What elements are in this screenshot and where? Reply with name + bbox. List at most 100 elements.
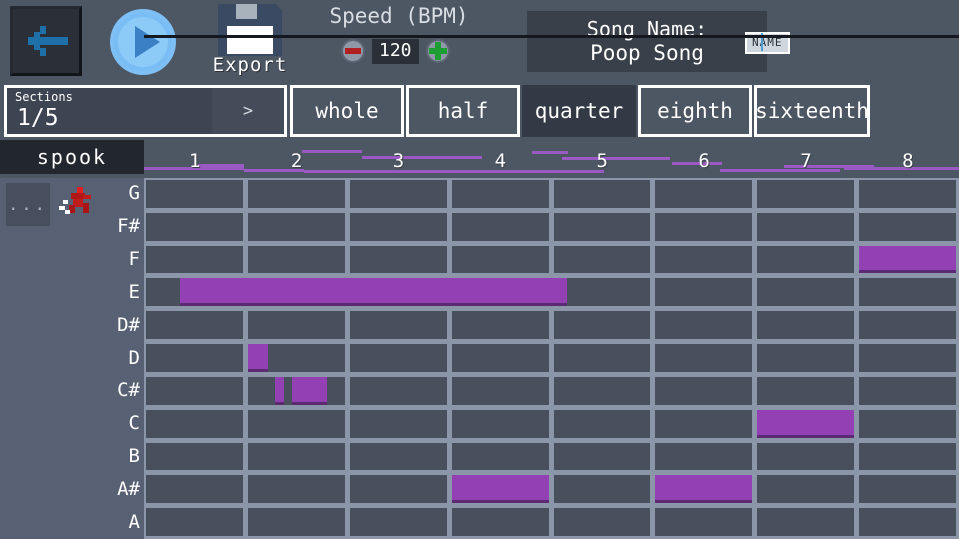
grid-cell[interactable] <box>757 508 854 536</box>
grid-cell[interactable] <box>554 213 651 241</box>
grid-cell[interactable] <box>757 344 854 372</box>
grid-cell[interactable] <box>655 311 752 339</box>
sections-panel[interactable]: Sections 1/5 > <box>4 85 287 137</box>
grid-cell[interactable] <box>452 246 549 274</box>
grid-cell[interactable] <box>452 344 549 372</box>
grid-cell[interactable] <box>757 246 854 274</box>
export-button[interactable]: Export <box>200 2 300 80</box>
grid-cell[interactable] <box>146 377 243 405</box>
grid-cell[interactable] <box>350 180 447 208</box>
grid-cell[interactable] <box>452 180 549 208</box>
grid-cell[interactable] <box>248 246 345 274</box>
grid-cell[interactable] <box>554 180 651 208</box>
note-block[interactable] <box>275 377 283 405</box>
grid-cell[interactable] <box>859 410 956 438</box>
grid-cell[interactable] <box>554 311 651 339</box>
grid-cell[interactable] <box>248 410 345 438</box>
note-block[interactable] <box>757 410 854 438</box>
grid-cell[interactable] <box>350 311 447 339</box>
grid-cell[interactable] <box>655 246 752 274</box>
grid-cell[interactable] <box>757 377 854 405</box>
note-block[interactable] <box>859 246 956 274</box>
grid-cell[interactable] <box>248 475 345 503</box>
grid-cell[interactable] <box>859 475 956 503</box>
grid-cell[interactable] <box>757 475 854 503</box>
grid-cell[interactable] <box>350 344 447 372</box>
grid-cell[interactable] <box>859 443 956 471</box>
grid-cell[interactable] <box>655 377 752 405</box>
duration-button-half[interactable]: half <box>406 85 520 137</box>
grid-cell[interactable] <box>248 213 345 241</box>
grid-cell[interactable] <box>554 410 651 438</box>
grid-cell[interactable] <box>146 344 243 372</box>
grid-cell[interactable] <box>655 180 752 208</box>
grid-cell[interactable] <box>248 180 345 208</box>
grid-cell[interactable] <box>859 508 956 536</box>
duration-button-eighth[interactable]: eighth <box>638 85 752 137</box>
grid-cell[interactable] <box>859 180 956 208</box>
back-button[interactable] <box>10 6 82 76</box>
sections-next-button[interactable]: > <box>212 88 284 134</box>
minus-circle-icon[interactable] <box>340 38 366 64</box>
beat-ruler[interactable]: 12345678 <box>144 140 959 178</box>
grid-cell[interactable] <box>554 246 651 274</box>
note-block[interactable] <box>292 377 328 405</box>
grid-cell[interactable] <box>757 311 854 339</box>
grid-cell[interactable] <box>452 377 549 405</box>
duration-button-sixteenth[interactable]: sixteenth <box>754 85 870 137</box>
grid-cell[interactable] <box>655 410 752 438</box>
grid-cell[interactable] <box>248 311 345 339</box>
grid-cell[interactable] <box>554 443 651 471</box>
grid-cell[interactable] <box>859 311 956 339</box>
grid-cell[interactable] <box>757 278 854 306</box>
grid-cell[interactable] <box>248 443 345 471</box>
grid-cell[interactable] <box>350 377 447 405</box>
note-block[interactable] <box>180 278 567 306</box>
grid-cell[interactable] <box>350 213 447 241</box>
grid-cell[interactable] <box>146 508 243 536</box>
grid-cell[interactable] <box>350 443 447 471</box>
grid-cell[interactable] <box>655 508 752 536</box>
grid-cell[interactable] <box>248 508 345 536</box>
grid-cell[interactable] <box>655 213 752 241</box>
grid-cell[interactable] <box>146 311 243 339</box>
grid-cell[interactable] <box>757 213 854 241</box>
grid-cell[interactable] <box>859 213 956 241</box>
bpm-value[interactable]: 120 <box>372 39 419 64</box>
duration-button-quarter[interactable]: quarter <box>522 85 636 137</box>
note-grid[interactable] <box>144 178 959 539</box>
grid-cell[interactable] <box>146 213 243 241</box>
grid-cell[interactable] <box>350 410 447 438</box>
play-button[interactable] <box>108 7 178 77</box>
grid-cell[interactable] <box>655 443 752 471</box>
grid-cell[interactable] <box>554 278 651 306</box>
grid-cell[interactable] <box>146 246 243 274</box>
grid-cell[interactable] <box>452 410 549 438</box>
grid-cell[interactable] <box>859 344 956 372</box>
grid-cell[interactable] <box>655 344 752 372</box>
grid-cell[interactable] <box>350 246 447 274</box>
grid-cell[interactable] <box>554 377 651 405</box>
grid-cell[interactable] <box>146 180 243 208</box>
duration-button-whole[interactable]: whole <box>290 85 404 137</box>
note-block[interactable] <box>655 475 752 503</box>
grid-cell[interactable] <box>350 508 447 536</box>
more-options-button[interactable]: ... <box>6 183 50 226</box>
grid-cell[interactable] <box>146 410 243 438</box>
grid-cell[interactable] <box>757 180 854 208</box>
grid-cell[interactable] <box>554 475 651 503</box>
instrument-tab-spook[interactable]: spook <box>0 140 144 174</box>
grid-cell[interactable] <box>452 311 549 339</box>
grid-cell[interactable] <box>554 508 651 536</box>
grid-cell[interactable] <box>757 443 854 471</box>
grid-cell[interactable] <box>859 278 956 306</box>
grid-cell[interactable] <box>452 508 549 536</box>
grid-cell[interactable] <box>655 278 752 306</box>
grid-cell[interactable] <box>350 475 447 503</box>
note-block[interactable] <box>248 344 268 372</box>
grid-cell[interactable] <box>554 344 651 372</box>
grid-cell[interactable] <box>146 443 243 471</box>
running-figure-icon[interactable] <box>57 184 97 222</box>
plus-circle-icon[interactable] <box>425 38 451 64</box>
grid-cell[interactable] <box>452 443 549 471</box>
